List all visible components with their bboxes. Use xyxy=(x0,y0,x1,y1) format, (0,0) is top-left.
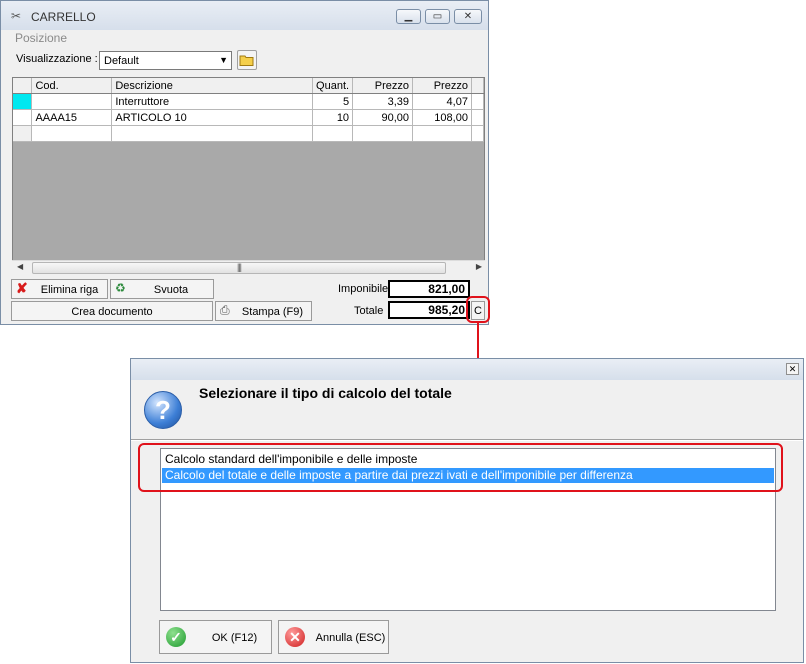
column-header-cod[interactable]: Cod. xyxy=(31,78,113,94)
table-cell[interactable]: 5 xyxy=(312,93,354,110)
column-header-extra xyxy=(471,78,484,94)
ok-button[interactable]: ✓ OK (F12) xyxy=(159,620,272,654)
total-label: Totale xyxy=(354,305,384,317)
empty-cart-label: Svuota xyxy=(153,284,189,296)
table-cell[interactable] xyxy=(352,125,413,142)
table-cell[interactable]: 90,00 xyxy=(352,109,413,126)
column-header-quant[interactable]: Quant. xyxy=(312,78,354,94)
view-select-value: Default xyxy=(104,55,139,67)
table-cell[interactable] xyxy=(412,125,472,142)
dialog-titlebar[interactable]: ✕ xyxy=(131,359,803,380)
table-cell[interactable] xyxy=(31,93,113,110)
folder-button[interactable] xyxy=(237,50,257,70)
table-cell[interactable] xyxy=(31,125,113,142)
highlight-box-calc-button xyxy=(466,296,490,323)
table-cell[interactable]: 108,00 xyxy=(412,109,472,126)
row-indicator xyxy=(13,125,33,142)
delete-row-label: Elimina riga xyxy=(40,284,99,296)
red-x-icon: ✘ xyxy=(16,280,28,296)
scroll-right-icon[interactable]: ▶ xyxy=(476,262,482,271)
highlight-box-options xyxy=(138,443,783,492)
dialog-separator xyxy=(131,439,803,441)
table-cell xyxy=(471,109,484,126)
table-cell[interactable]: 3,39 xyxy=(352,93,413,110)
printer-icon: ⎙ xyxy=(220,303,230,317)
question-icon: ? xyxy=(144,391,182,429)
taxable-value: 821,00 xyxy=(388,280,470,298)
column-header-prezzo[interactable]: Prezzo xyxy=(352,78,413,94)
print-button[interactable]: ⎙ Stampa (F9) xyxy=(215,301,312,321)
cart-table: Cod. Descrizione Quant. Prezzo Prezzo In… xyxy=(13,78,484,142)
create-document-label: Crea documento xyxy=(71,306,153,318)
maximize-icon: ▭ xyxy=(432,11,443,22)
table-cell[interactable]: 4,07 xyxy=(412,93,472,110)
table-cell xyxy=(471,125,484,142)
row-indicator xyxy=(13,109,33,126)
maximize-button[interactable]: ▭ xyxy=(425,9,450,24)
empty-cart-button[interactable]: ♻ Svuota xyxy=(110,279,214,299)
folder-icon xyxy=(239,55,254,66)
menu-item-posizione[interactable]: Posizione xyxy=(15,31,67,45)
table-header-row: Cod. Descrizione Quant. Prezzo Prezzo xyxy=(13,78,484,94)
app-icon: ✂ xyxy=(11,9,22,23)
column-header-prezzo-ivato[interactable]: Prezzo xyxy=(412,78,472,94)
cart-window-title: CARRELLO xyxy=(31,10,96,24)
close-button[interactable]: ✕ xyxy=(454,9,482,24)
scrollbar-thumb[interactable]: ||| xyxy=(32,262,446,274)
row-indicator-header xyxy=(13,78,33,94)
horizontal-scrollbar[interactable]: ◀ ||| ▶ xyxy=(12,260,485,275)
cart-window: ✂ CARRELLO ▁ ▭ ✕ Posizione Visualizzazio… xyxy=(0,0,489,325)
calc-type-dialog: ✕ ? Selezionare il tipo di calcolo del t… xyxy=(130,358,804,663)
table-cell[interactable]: ARTICOLO 10 xyxy=(111,109,314,126)
table-row[interactable]: AAAA15 ARTICOLO 10 10 90,00 108,00 xyxy=(13,109,484,126)
ok-label: OK (F12) xyxy=(211,632,258,644)
view-select[interactable]: Default ▼ xyxy=(99,51,232,70)
dialog-close-button[interactable]: ✕ xyxy=(786,363,799,375)
cancel-label: Annulla (ESC) xyxy=(315,632,386,644)
view-label: Visualizzazione : xyxy=(16,53,98,65)
minimize-icon: ▁ xyxy=(404,11,413,22)
cart-grid[interactable]: Cod. Descrizione Quant. Prezzo Prezzo In… xyxy=(12,77,485,263)
chevron-down-icon: ▼ xyxy=(219,55,228,65)
x-icon: ✕ xyxy=(285,627,305,647)
table-cell[interactable] xyxy=(312,125,354,142)
dialog-title: Selezionare il tipo di calcolo del total… xyxy=(199,385,452,401)
create-document-button[interactable]: Crea documento xyxy=(11,301,213,321)
table-cell[interactable]: 10 xyxy=(312,109,354,126)
total-value: 985,20 xyxy=(388,301,470,319)
minimize-button[interactable]: ▁ xyxy=(396,9,421,24)
scroll-left-icon[interactable]: ◀ xyxy=(17,262,23,271)
cart-titlebar[interactable]: ✂ CARRELLO ▁ ▭ ✕ xyxy=(1,1,488,30)
table-cell[interactable]: AAAA15 xyxy=(31,109,113,126)
table-cell[interactable]: Interruttore xyxy=(111,93,314,110)
table-row[interactable]: Interruttore 5 3,39 4,07 xyxy=(13,93,484,110)
check-icon: ✓ xyxy=(166,627,186,647)
cancel-button[interactable]: ✕ Annulla (ESC) xyxy=(278,620,389,654)
recycle-bin-icon: ♻ xyxy=(115,281,126,295)
current-row-indicator xyxy=(13,93,33,110)
taxable-label: Imponibile xyxy=(338,283,389,295)
grip-icon: ||| xyxy=(236,262,242,272)
table-row[interactable] xyxy=(13,125,484,142)
column-header-descrizione[interactable]: Descrizione xyxy=(111,78,314,94)
close-icon: ✕ xyxy=(788,364,797,374)
close-icon: ✕ xyxy=(463,11,473,22)
menu-bar: Posizione xyxy=(1,30,488,46)
delete-row-button[interactable]: ✘ Elimina riga xyxy=(11,279,108,299)
print-label: Stampa (F9) xyxy=(241,306,304,318)
table-cell xyxy=(471,93,484,110)
table-cell[interactable] xyxy=(111,125,314,142)
